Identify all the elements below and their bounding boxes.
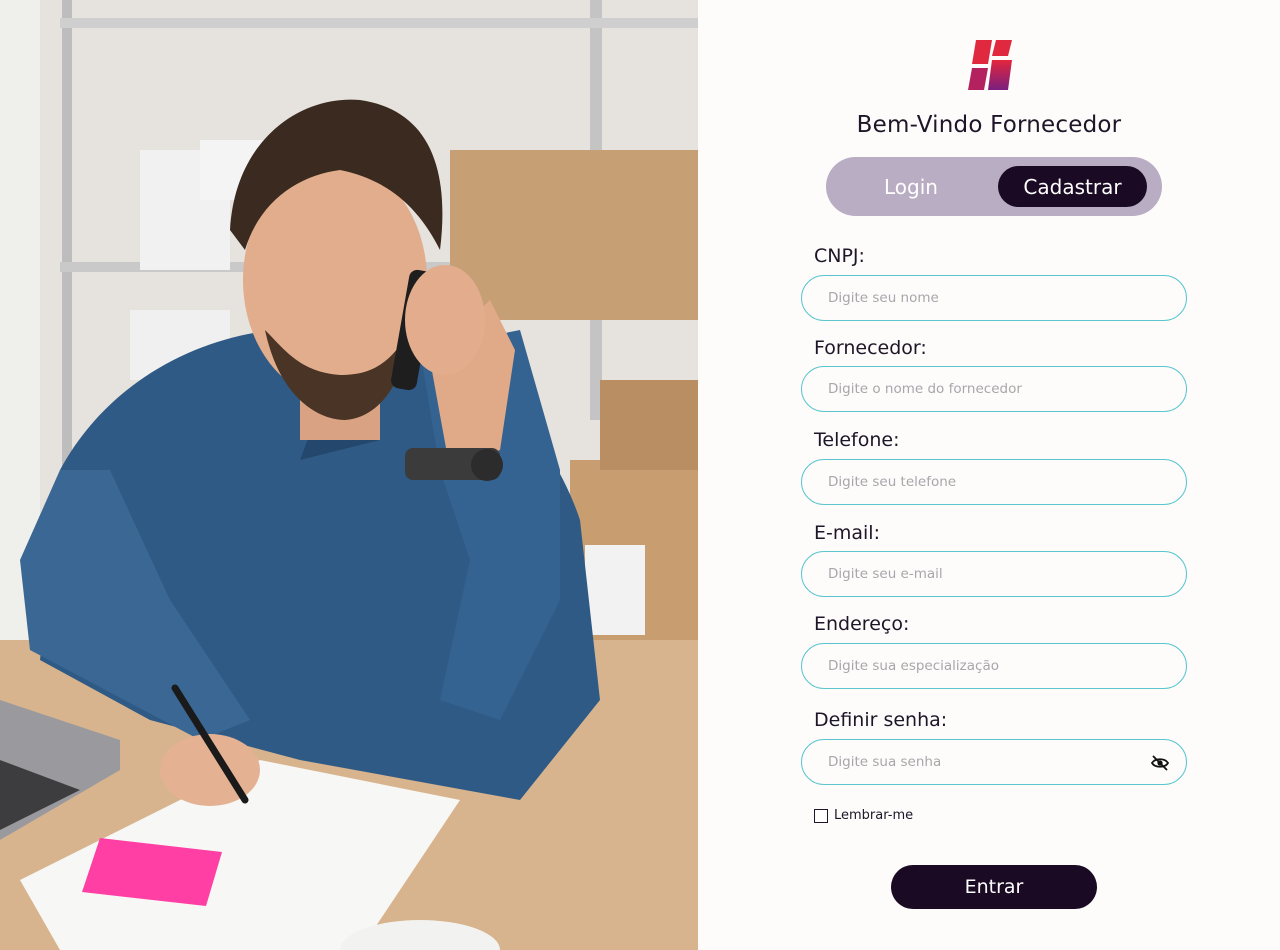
tab-login[interactable]: Login [836, 166, 986, 207]
supplier-input[interactable] [801, 366, 1187, 412]
eye-off-icon[interactable] [1151, 755, 1169, 771]
page-title: Bem-Vindo Fornecedor [856, 112, 1122, 138]
stacked-tiles-logo [968, 40, 1012, 90]
auth-mode-toggle: Login Cadastrar [826, 157, 1162, 216]
page: Bem-Vindo Fornecedor Login Cadastrar CNP… [0, 0, 1280, 950]
address-label: Endereço: [814, 613, 910, 635]
phone-label: Telefone: [814, 429, 900, 451]
hero-photo [0, 0, 698, 950]
supplier-label: Fornecedor: [814, 337, 927, 359]
remember-me-label: Lembrar-me [834, 808, 914, 823]
email-label: E-mail: [814, 522, 880, 544]
cnpj-input[interactable] [801, 275, 1187, 321]
signup-panel: Bem-Vindo Fornecedor Login Cadastrar CNP… [698, 0, 1280, 950]
remember-me-checkbox[interactable] [814, 808, 828, 823]
phone-input[interactable] [801, 459, 1187, 505]
password-input[interactable] [801, 739, 1187, 785]
cnpj-label: CNPJ: [814, 245, 865, 267]
remember-me: Lembrar-me [814, 808, 913, 823]
password-label: Definir senha: [814, 709, 948, 731]
email-input[interactable] [801, 551, 1187, 597]
tab-signup[interactable]: Cadastrar [998, 166, 1147, 207]
address-input[interactable] [801, 643, 1187, 689]
hero-photo-illustration [0, 0, 698, 950]
submit-button[interactable]: Entrar [891, 865, 1097, 909]
